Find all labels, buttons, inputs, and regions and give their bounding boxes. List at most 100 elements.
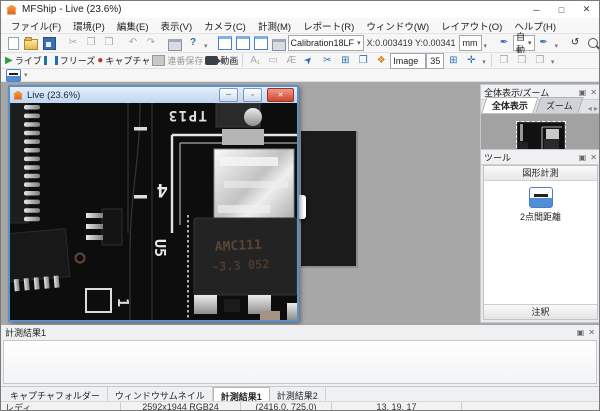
open-file-button[interactable]: [23, 36, 39, 51]
live-close-button[interactable]: ✕: [267, 88, 294, 102]
frame-count-input[interactable]: 35: [426, 53, 444, 69]
menu-view[interactable]: 表示(V): [154, 17, 198, 35]
menu-camera[interactable]: カメラ(C): [198, 17, 252, 35]
tab-scroll-arrows[interactable]: ◂ ▸: [588, 104, 598, 113]
redo-button[interactable]: ↷: [143, 36, 159, 51]
minimize-button[interactable]: ─: [524, 1, 549, 18]
close-button[interactable]: ✕: [574, 1, 599, 18]
select-tool-button[interactable]: ➤: [301, 53, 317, 68]
disabled-tool-b[interactable]: ❒: [514, 53, 530, 68]
disabled-tool-a[interactable]: ❒: [496, 53, 512, 68]
close-icon[interactable]: ✕: [590, 153, 597, 162]
live-image-window[interactable]: Live (23.6%) ─ ▫ ✕: [8, 85, 299, 322]
toolbar-overflow-icon[interactable]: ▾: [24, 71, 28, 81]
window-view-button[interactable]: ❐: [355, 53, 371, 68]
tool-group-shape-measure[interactable]: 図形計測: [484, 166, 597, 181]
results-panel-header[interactable]: 計測結果1 ▣ ✕: [1, 325, 599, 339]
tab-zoom[interactable]: ズーム: [535, 97, 583, 113]
pin-icon[interactable]: ▣: [579, 88, 587, 97]
window-cascade-icon: [218, 36, 232, 50]
window-tile-v-button[interactable]: [253, 36, 269, 51]
pcb-chip-marking-1: AMC111: [214, 238, 262, 255]
paste-button[interactable]: ❒: [101, 36, 117, 51]
toolbar-overflow-icon[interactable]: ▾: [555, 42, 559, 52]
cut-button[interactable]: ✂: [65, 36, 81, 51]
play-icon: ▶: [5, 56, 13, 66]
menu-edit[interactable]: 編集(E): [111, 17, 155, 35]
print-setup-button[interactable]: [167, 36, 183, 51]
movie-button[interactable]: 動画: [205, 53, 238, 68]
tab-prev-icon: ◂: [588, 104, 592, 113]
sequential-save-button[interactable]: 連番保存: [152, 53, 203, 68]
unit-box: mm: [459, 35, 482, 51]
bottom-tab-strip: キャプチャフォルダー ウィンドウサムネイル 計測結果1 計測結果2: [1, 386, 599, 401]
live-window-title-bar[interactable]: Live (23.6%) ─ ▫ ✕: [10, 87, 297, 103]
zoom-tool-button[interactable]: [585, 36, 600, 51]
pen-tool-button[interactable]: ✒: [496, 36, 512, 51]
disabled-tool-c[interactable]: ❒: [532, 53, 548, 68]
annotation-a-button[interactable]: A₁: [247, 53, 263, 68]
help-button[interactable]: ?: [185, 36, 201, 51]
toolbar-overflow-icon[interactable]: ▾: [484, 42, 488, 52]
toolbar-overflow-icon[interactable]: ▾: [551, 58, 555, 68]
crop-tool-button[interactable]: ✂: [319, 53, 335, 68]
tab-capture-folder[interactable]: キャプチャフォルダー: [3, 387, 108, 401]
pin-icon[interactable]: ▣: [579, 153, 587, 162]
live-restore-button[interactable]: ▫: [243, 88, 262, 102]
capture-button[interactable]: ●キャプチャ: [97, 53, 150, 68]
annotation-ae-button[interactable]: Æ: [283, 53, 299, 68]
print-button[interactable]: [271, 36, 287, 51]
freeze-button[interactable]: フリーズ: [44, 53, 96, 68]
live-minimize-button[interactable]: ─: [219, 88, 238, 102]
undo-button[interactable]: ↶: [125, 36, 141, 51]
rotate-tool-button[interactable]: ↺: [567, 36, 583, 51]
pin-icon[interactable]: ▣: [577, 328, 585, 337]
record-icon: ●: [97, 56, 103, 66]
close-icon[interactable]: ✕: [588, 328, 595, 337]
background-image-window[interactable]: [301, 131, 358, 268]
annotation-section-button[interactable]: 注釈: [484, 304, 597, 319]
tools-panel-title: ツール: [484, 151, 575, 164]
menu-report[interactable]: レポート(R): [297, 17, 360, 35]
toolbar-overflow-icon[interactable]: ▾: [204, 42, 208, 52]
live-button[interactable]: ▶ライブ: [5, 53, 42, 68]
tab-window-thumbnail[interactable]: ウィンドウサムネイル: [108, 387, 213, 401]
measure-distance-button[interactable]: [5, 68, 21, 83]
menu-file[interactable]: ファイル(F): [5, 17, 67, 35]
movie-label: 動画: [220, 54, 238, 67]
menu-environment[interactable]: 環境(P): [67, 17, 111, 35]
close-icon[interactable]: ✕: [590, 88, 597, 97]
save-button[interactable]: [41, 36, 57, 51]
new-file-button[interactable]: [5, 36, 21, 51]
annotation-rect-button[interactable]: ▭: [265, 53, 281, 68]
magnifier-icon: [588, 38, 598, 48]
color-tool-button[interactable]: ❖: [373, 53, 389, 68]
image-select[interactable]: Image: [390, 53, 426, 69]
status-empty: [462, 402, 599, 411]
results-panel-title: 計測結果1: [5, 326, 573, 339]
grid-view-button[interactable]: ⊞: [337, 53, 353, 68]
tab-result2[interactable]: 計測結果2: [270, 387, 326, 401]
toolbar-overflow-icon[interactable]: ▾: [482, 58, 486, 68]
maximize-button[interactable]: □: [549, 1, 574, 18]
window-cascade-button[interactable]: [217, 36, 233, 51]
live-image-viewport[interactable]: TP13 4 U5 AMC111 -3.3 052 1: [10, 103, 297, 320]
menu-window[interactable]: ウィンドウ(W): [360, 17, 435, 35]
pan-tool-button[interactable]: ✛: [463, 53, 479, 68]
tool-two-point-distance[interactable]: 2点間距離: [484, 187, 597, 223]
calibration-select[interactable]: Calibration18LF▾: [288, 35, 364, 51]
menu-layout[interactable]: レイアウト(O): [435, 17, 508, 35]
tab-result1[interactable]: 計測結果1: [213, 387, 270, 401]
title-bar[interactable]: MFShip - Live (23.6%) ─ □ ✕: [1, 1, 599, 18]
menu-measure[interactable]: 計測(M): [252, 17, 297, 35]
copy-button[interactable]: ❐: [83, 36, 99, 51]
window-tile-h-button[interactable]: [235, 36, 251, 51]
printer-icon: [272, 39, 286, 51]
pcb-label-u5: U5: [151, 239, 169, 257]
tools-panel-header[interactable]: ツール ▣ ✕: [481, 150, 599, 165]
tab-full-view[interactable]: 全体表示: [481, 97, 538, 113]
pen-tool2-button[interactable]: ✒: [536, 36, 552, 51]
auto-mode-select[interactable]: 自動▾: [513, 35, 535, 51]
live-window-icon: [13, 91, 23, 100]
grid-small-button[interactable]: ⊞: [445, 53, 461, 68]
